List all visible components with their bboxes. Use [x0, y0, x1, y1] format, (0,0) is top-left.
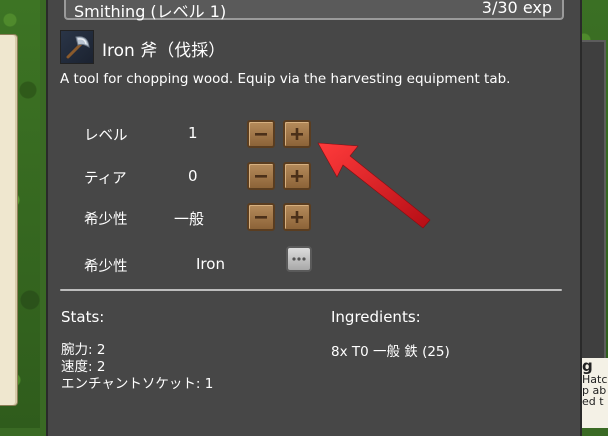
item-detail-panel: Smithing (レベル 1) 3/30 exp Iron 斧（伐採） A t…	[46, 0, 582, 436]
minus-icon	[255, 216, 267, 219]
tier-value: 0	[188, 167, 198, 185]
minus-icon	[255, 175, 267, 178]
tier-label: ティア	[84, 171, 127, 187]
side-tooltip: g Hatc p ab ed t	[580, 358, 608, 428]
tier-increase-button[interactable]	[283, 162, 311, 190]
material-select-button[interactable]	[286, 246, 312, 272]
rarity-decrease-button[interactable]	[247, 203, 275, 231]
minus-icon	[255, 133, 267, 136]
level-value: 1	[188, 124, 198, 142]
rarity-label: 希少性	[84, 212, 128, 228]
skill-xp: 3/30 exp	[481, 0, 552, 17]
plus-icon	[291, 211, 303, 223]
ingredients-title: Ingredients:	[331, 308, 421, 326]
axe-icon	[60, 30, 94, 64]
section-divider	[60, 289, 562, 291]
level-increase-button[interactable]	[283, 120, 311, 148]
side-tooltip-line: ed t	[582, 395, 604, 408]
plus-icon	[291, 170, 303, 182]
level-decrease-button[interactable]	[247, 120, 275, 148]
rarity-value: 一般	[174, 210, 205, 228]
more-dots-icon	[292, 257, 306, 261]
level-label: レベル	[84, 128, 128, 144]
side-panel-edge[interactable]	[0, 34, 18, 406]
right-panel-frame	[578, 40, 606, 360]
skill-name: Smithing (レベル 1)	[74, 2, 227, 21]
skill-progress-bar: Smithing (レベル 1) 3/30 exp	[64, 0, 564, 21]
plus-icon	[291, 128, 303, 140]
material-value: Iron	[196, 255, 225, 273]
item-title: Iron 斧（伐採）	[102, 41, 226, 61]
stats-title: Stats:	[61, 308, 105, 326]
side-tooltip-title: g	[582, 358, 593, 375]
tier-decrease-button[interactable]	[247, 162, 275, 190]
material-label: 希少性	[84, 259, 128, 275]
rarity-increase-button[interactable]	[283, 203, 311, 231]
item-description: A tool for chopping wood. Equip via the …	[60, 71, 511, 87]
ingredient-line: 8x T0 一般 鉄 (25)	[331, 344, 450, 360]
stat-line: エンチャントソケット: 1	[61, 376, 214, 392]
